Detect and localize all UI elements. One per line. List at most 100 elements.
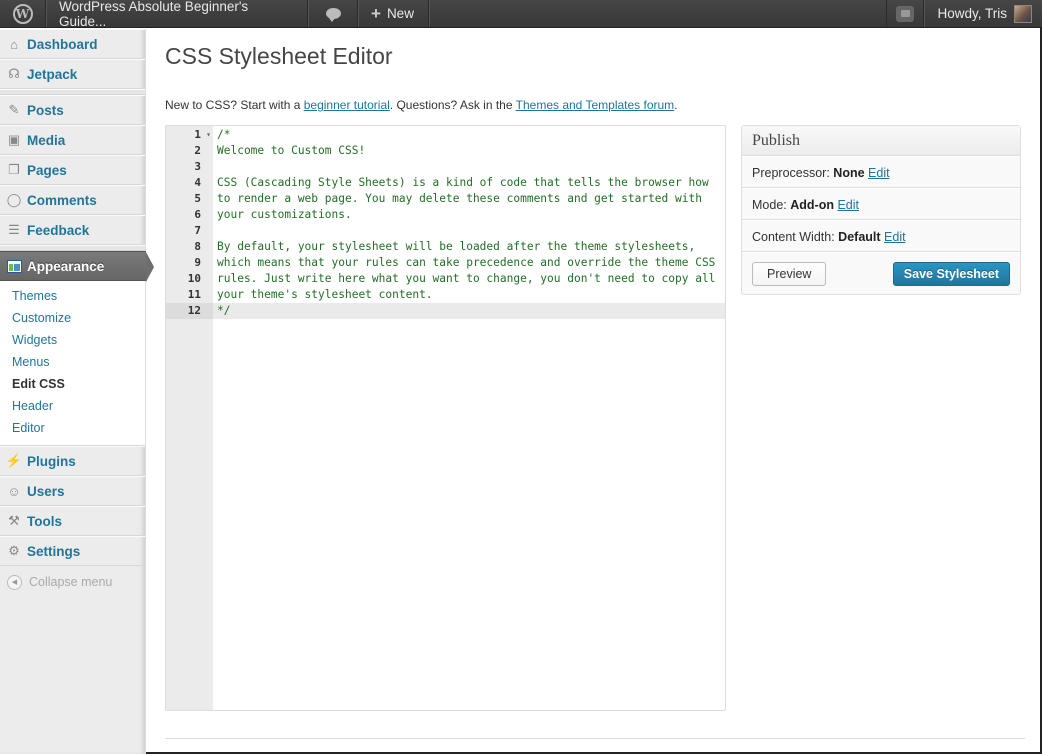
admin-bar: W WordPress Absolute Beginner's Guide...… [0, 0, 1042, 29]
beginner-tutorial-link[interactable]: beginner tutorial [304, 98, 390, 112]
sidebar-item-jetpack[interactable]: ☊ Jetpack [0, 59, 145, 89]
home-icon: ⌂ [10, 36, 18, 52]
collapse-menu-button[interactable]: ◀ Collapse menu [0, 566, 145, 598]
avatar [1014, 4, 1032, 23]
line-number: 5 [194, 192, 201, 205]
page-title: CSS Stylesheet Editor [165, 43, 393, 69]
main-content: CSS Stylesheet Editor New to CSS? Start … [165, 29, 1025, 711]
sidebar-item-label: Settings [27, 543, 81, 559]
mode-label: Mode: [752, 198, 787, 212]
preprocessor-row: Preprocessor: None Edit [742, 156, 1020, 188]
css-code-editor[interactable]: 1 ▾ /* 2 Welcome to Custom CSS! 3 4 CSS (Cascad… [165, 125, 726, 711]
submenu-item-editor[interactable]: Editor [0, 417, 145, 439]
sidebar-item-dashboard[interactable]: ⌂ Dashboard [0, 29, 145, 59]
content-width-value: Default [838, 230, 881, 244]
sidebar-item-settings[interactable]: ⚙ Settings [0, 536, 145, 566]
preview-button[interactable]: Preview [752, 261, 827, 286]
sidebar-item-posts[interactable]: ✎ Posts [0, 95, 145, 125]
line-number: 4 [194, 176, 201, 189]
code-line[interactable]: 5 to render a web page. You may delete th… [166, 191, 725, 207]
code-line[interactable]: 6 your customizations. [166, 207, 725, 223]
line-number: 3 [194, 160, 201, 173]
edit-preprocessor-link[interactable]: Edit [868, 166, 890, 180]
plus-icon: + [371, 3, 381, 23]
my-account-menu[interactable]: Howdy, Tris [924, 0, 1042, 27]
sidebar-item-label: Users [27, 483, 65, 499]
content-width-label: Content Width: [752, 230, 835, 244]
code-line[interactable]: 12 */ [166, 303, 725, 319]
sidebar-item-label: Jetpack [27, 66, 78, 82]
notifications-icon [896, 5, 915, 22]
notifications-button[interactable] [886, 0, 925, 27]
preprocessor-label: Preprocessor: [752, 166, 830, 180]
site-name: WordPress Absolute Beginner's Guide... [59, 0, 249, 29]
code-line[interactable]: 4 CSS (Cascading Style Sheets) is a kind … [166, 175, 725, 191]
sidebar-item-label: Media [27, 132, 66, 148]
code-line[interactable]: 1 ▾ /* [166, 127, 725, 143]
sidebar-item-tools[interactable]: ⚒ Tools [0, 506, 145, 536]
comments-link[interactable] [308, 0, 358, 27]
line-text: By default, your stylesheet will be load… [217, 240, 696, 253]
account-greeting: Howdy, Tris [937, 6, 1007, 21]
new-label: New [386, 6, 414, 21]
line-number: 12 [166, 303, 213, 319]
submenu-item-menus[interactable]: Menus [0, 351, 145, 373]
code-line[interactable]: 10 rules. Just write here what you want t… [166, 271, 725, 287]
code-line[interactable]: 2 Welcome to Custom CSS! [166, 143, 725, 159]
appearance-icon [6, 258, 22, 274]
line-text [213, 223, 719, 239]
sidebar-item-users[interactable]: ☺ Users [0, 476, 145, 506]
content-width-row: Content Width: Default Edit [742, 220, 1020, 252]
submenu-item-edit-css[interactable]: Edit CSS [0, 373, 145, 395]
sidebar-item-pages[interactable]: ❐ Pages [0, 155, 145, 185]
line-number: 8 [194, 240, 201, 253]
line-text: rules. Just write here what you want to … [217, 272, 716, 285]
line-text [213, 159, 719, 175]
feedback-icon: ☰ [8, 222, 20, 237]
submenu-item-customize[interactable]: Customize [0, 307, 145, 329]
code-line[interactable]: 11 your theme's stylesheet content. [166, 287, 725, 303]
line-text: */ [217, 304, 231, 317]
code-line[interactable]: 9 which means that your rules can take pr… [166, 255, 725, 271]
appearance-submenu: Themes Customize Widgets Menus Edit CSS … [0, 281, 145, 446]
publish-actions: Preview Save Stylesheet [742, 252, 1020, 294]
line-text: your customizations. [217, 208, 352, 221]
media-icon: ▣ [7, 132, 21, 147]
publish-title: Publish [742, 126, 1020, 156]
line-text: to render a web page. You may delete the… [217, 192, 702, 205]
edit-mode-link[interactable]: Edit [837, 198, 859, 212]
site-name-link[interactable]: WordPress Absolute Beginner's Guide... [46, 0, 308, 29]
code-line[interactable]: 7 [166, 223, 725, 239]
edit-content-width-link[interactable]: Edit [884, 230, 906, 244]
sidebar-item-media[interactable]: ▣ Media [0, 125, 145, 155]
line-number: 11 [187, 288, 201, 301]
wp-logo-menu[interactable]: W [0, 0, 46, 27]
sidebar-item-comments[interactable]: ◯ Comments [0, 185, 145, 215]
code-lines[interactable]: 1 ▾ /* 2 Welcome to Custom CSS! 3 4 CSS (Cascad… [166, 126, 725, 319]
save-stylesheet-button[interactable]: Save Stylesheet [892, 261, 1010, 286]
new-content-menu[interactable]: + New [358, 0, 429, 27]
comment-bubble-icon [325, 8, 341, 22]
intro-text-part: New to CSS? Start with a [165, 98, 304, 112]
publish-box: Publish Preprocessor: None Edit Mode: Ad… [741, 125, 1021, 295]
plugin-icon: ⚡ [5, 453, 23, 468]
preprocessor-value: None [833, 166, 865, 180]
settings-icon: ⚙ [8, 543, 20, 558]
themes-forum-link[interactable]: Themes and Templates forum [516, 98, 675, 112]
code-line[interactable]: 8 By default, your stylesheet will be loa… [166, 239, 725, 255]
sidebar-item-label: Posts [27, 102, 64, 118]
sidebar-item-feedback[interactable]: ☰ Feedback [0, 215, 145, 245]
pages-icon: ❐ [8, 162, 20, 177]
submenu-item-themes[interactable]: Themes [0, 285, 145, 307]
sidebar-item-label: Comments [27, 192, 97, 208]
submenu-item-header[interactable]: Header [0, 395, 145, 417]
submenu-item-widgets[interactable]: Widgets [0, 329, 145, 351]
sidebar-item-plugins[interactable]: ⚡ Plugins [0, 446, 145, 476]
intro-text-part: . [674, 98, 678, 112]
collapse-arrow-icon: ◀ [7, 574, 22, 590]
sidebar-item-appearance[interactable]: Appearance [0, 251, 154, 282]
mode-row: Mode: Add-on Edit [742, 188, 1020, 220]
wordpress-logo-icon: W [12, 3, 33, 24]
fold-arrow-icon[interactable]: ▾ [206, 127, 211, 143]
code-line[interactable]: 3 [166, 159, 725, 175]
